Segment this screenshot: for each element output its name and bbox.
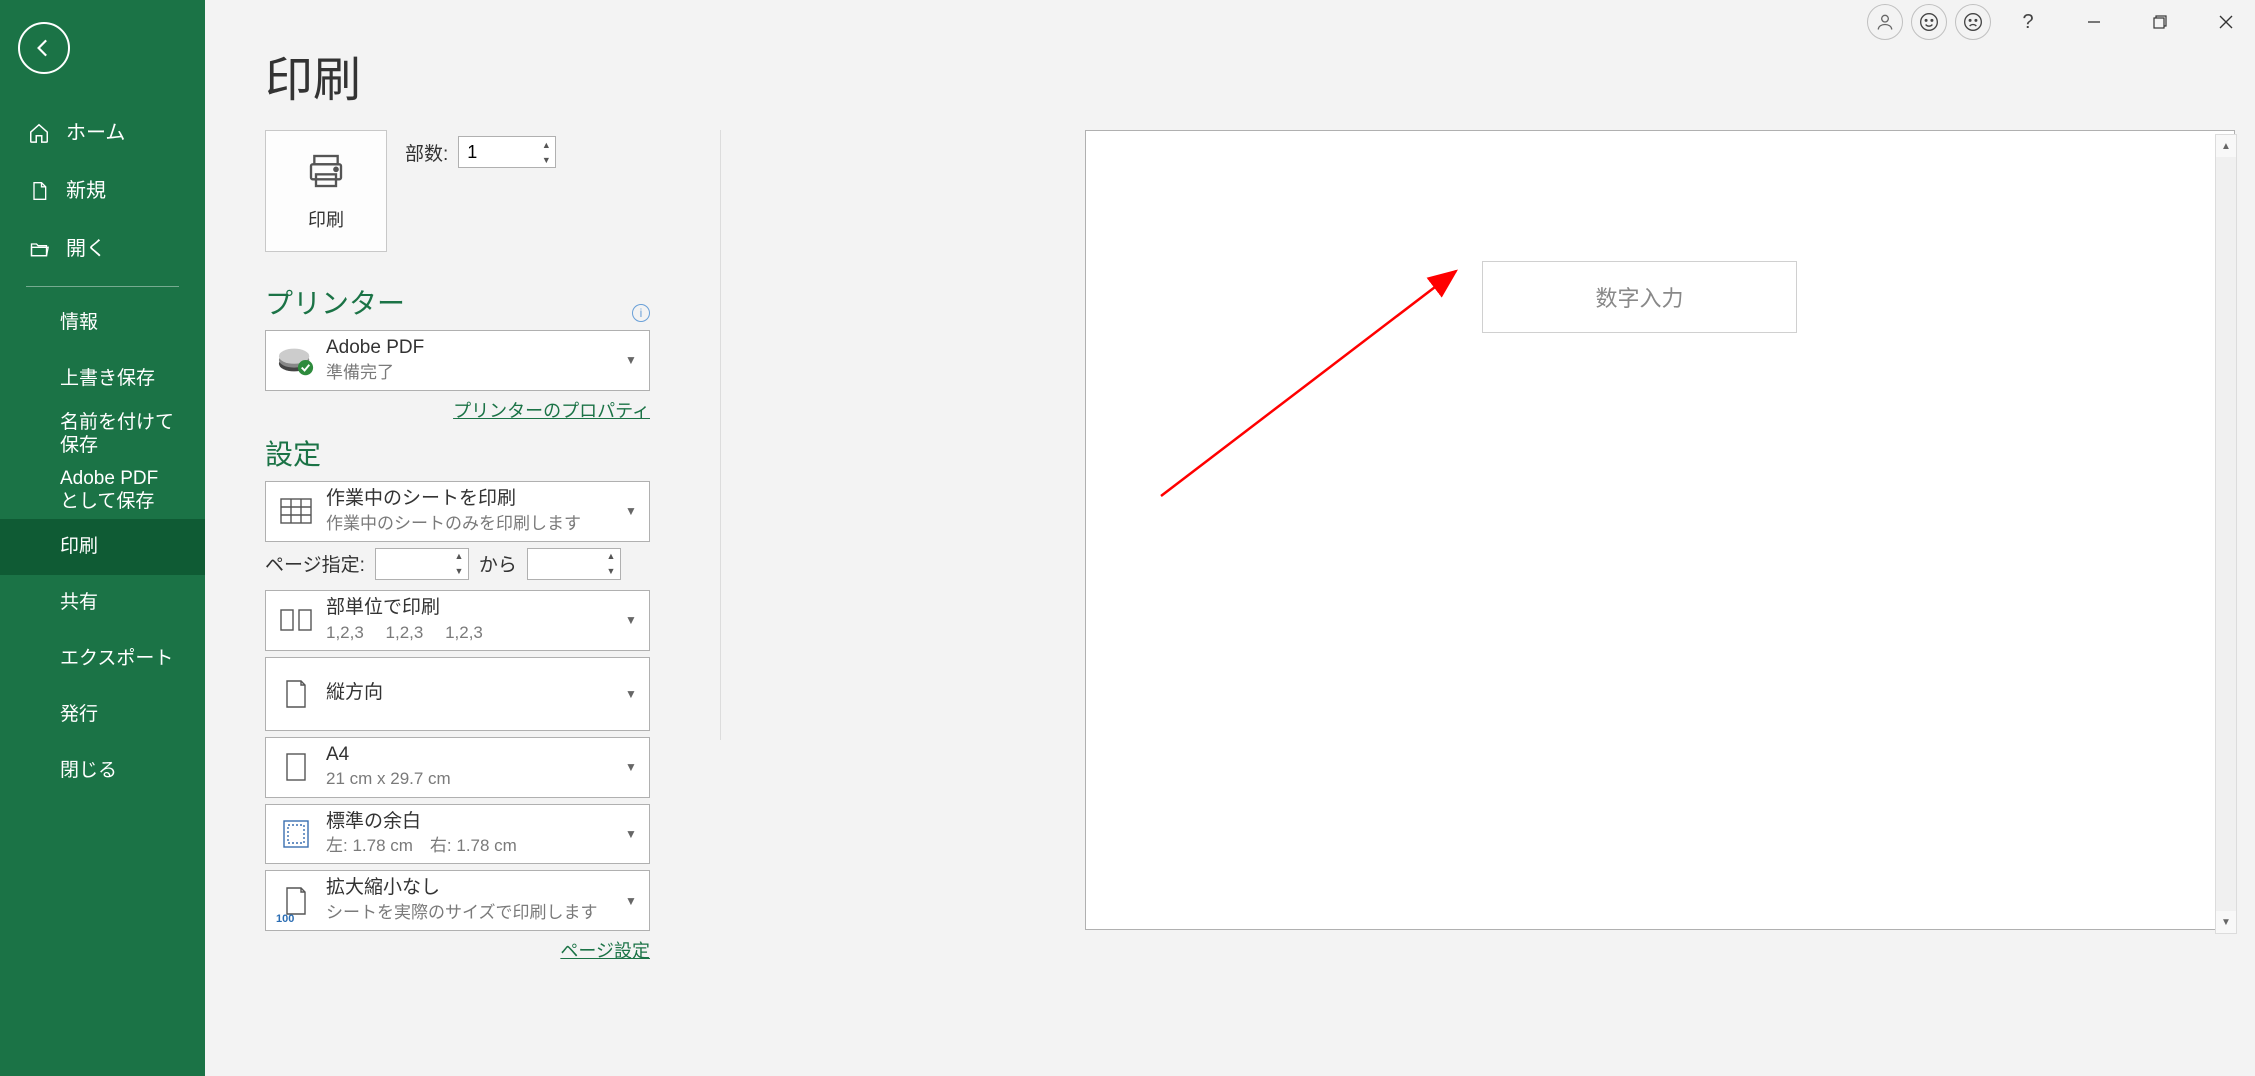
chevron-down-icon: ▼ xyxy=(621,613,641,627)
annotation-arrow xyxy=(1156,261,1486,501)
spin-up[interactable]: ▲ xyxy=(602,549,620,564)
page-to-spinbox[interactable]: ▲▼ xyxy=(527,548,621,580)
happy-face-icon[interactable] xyxy=(1911,4,1947,40)
nav-export[interactable]: エクスポート xyxy=(0,631,205,687)
account-icon[interactable] xyxy=(1867,4,1903,40)
spin-up[interactable]: ▲ xyxy=(537,137,555,152)
chevron-down-icon: ▼ xyxy=(621,827,641,841)
chevron-down-icon: ▼ xyxy=(621,353,641,367)
spin-down[interactable]: ▼ xyxy=(602,564,620,579)
margins-icon xyxy=(274,812,318,856)
chevron-down-icon: ▼ xyxy=(621,504,641,518)
printer-icon xyxy=(304,151,348,196)
collate-dropdown[interactable]: 部単位で印刷 1,2,3 1,2,3 1,2,3 ▼ xyxy=(265,590,650,651)
preview-scrollbar[interactable]: ▲ ▼ xyxy=(2215,134,2237,934)
copies-row: 部数: ▲ ▼ xyxy=(405,136,556,168)
settings-heading: 設定 xyxy=(265,433,321,473)
nav-open[interactable]: 開く xyxy=(0,220,205,278)
copies-input[interactable] xyxy=(459,137,537,167)
page-from-input[interactable] xyxy=(376,549,450,579)
page-title: 印刷 xyxy=(265,40,361,110)
close-button[interactable] xyxy=(2197,0,2255,44)
chevron-down-icon: ▼ xyxy=(621,760,641,774)
chevron-down-icon: ▼ xyxy=(621,687,641,701)
nav-label: 開く xyxy=(66,237,106,261)
page-from-spinbox[interactable]: ▲▼ xyxy=(375,548,469,580)
page-to-input[interactable] xyxy=(528,549,602,579)
collate-icon xyxy=(274,598,318,642)
new-icon xyxy=(26,178,52,204)
back-button[interactable] xyxy=(18,22,70,74)
scaling-icon: 100 xyxy=(274,879,318,923)
nav-new[interactable]: 新規 xyxy=(0,162,205,220)
print-button[interactable]: 印刷 xyxy=(265,130,387,252)
scaling-dropdown[interactable]: 100 拡大縮小なし シートを実際のサイズで印刷します ▼ xyxy=(265,870,650,931)
main-panel: 印刷 印刷 部数: ▲ ▼ プリ xyxy=(205,0,2255,1076)
page-range-row: ページ指定: ▲▼ から ▲▼ xyxy=(265,548,815,580)
print-settings-column: 印刷 部数: ▲ ▼ プリンター i A xyxy=(265,130,815,973)
copies-spinbox[interactable]: ▲ ▼ xyxy=(458,136,556,168)
vertical-divider xyxy=(720,130,721,740)
chevron-down-icon: ▼ xyxy=(621,894,641,908)
paper-size-dropdown[interactable]: A4 21 cm x 29.7 cm ▼ xyxy=(265,737,650,798)
print-what-dropdown[interactable]: 作業中のシートを印刷 作業中のシートのみを印刷します ▼ xyxy=(265,481,650,542)
portrait-icon xyxy=(274,672,318,716)
print-preview-area: 数字入力 xyxy=(855,130,2205,1046)
nav-share[interactable]: 共有 xyxy=(0,575,205,631)
open-icon xyxy=(26,236,52,262)
scroll-track[interactable] xyxy=(2216,157,2236,911)
nav-info[interactable]: 情報 xyxy=(0,295,205,351)
nav-save[interactable]: 上書き保存 xyxy=(0,351,205,407)
nav-publish[interactable]: 発行 xyxy=(0,687,205,743)
print-button-label: 印刷 xyxy=(308,206,344,232)
titlebar: ? xyxy=(1867,0,2255,44)
spin-down[interactable]: ▼ xyxy=(537,152,555,167)
scroll-down[interactable]: ▼ xyxy=(2216,911,2236,933)
scroll-up[interactable]: ▲ xyxy=(2216,135,2236,157)
help-button[interactable]: ? xyxy=(1999,0,2057,44)
restore-button[interactable] xyxy=(2131,0,2189,44)
printer-dropdown[interactable]: Adobe PDF 準備完了 ▼ xyxy=(265,330,650,391)
copies-label: 部数: xyxy=(405,139,448,166)
nav-separator xyxy=(26,286,179,287)
margins-dropdown[interactable]: 標準の余白 左: 1.78 cm 右: 1.78 cm ▼ xyxy=(265,804,650,865)
nav-close[interactable]: 閉じる xyxy=(0,743,205,799)
spin-up[interactable]: ▲ xyxy=(450,549,468,564)
sheet-icon xyxy=(274,489,318,533)
page-range-to-label: から xyxy=(479,550,517,577)
printer-name: Adobe PDF xyxy=(326,337,621,360)
printer-status: 準備完了 xyxy=(326,362,621,384)
page-range-label: ページ指定: xyxy=(265,550,365,577)
printer-properties-link[interactable]: プリンターのプロパティ xyxy=(453,401,650,421)
preview-page: 数字入力 xyxy=(1085,130,2235,930)
nav-saveas[interactable]: 名前を付けて保存 xyxy=(0,407,205,463)
orientation-dropdown[interactable]: 縦方向 ▼ xyxy=(265,657,650,731)
backstage-sidebar: ホーム 新規 開く 情報 上書き保存 名前を付けて保存 Adobe PDF とし… xyxy=(0,0,205,1076)
nav-label: ホーム xyxy=(66,121,125,145)
nav-adobepdf[interactable]: Adobe PDF として保存 xyxy=(0,463,205,519)
minimize-button[interactable] xyxy=(2065,0,2123,44)
page-icon xyxy=(274,745,318,789)
sad-face-icon[interactable] xyxy=(1955,4,1991,40)
nav-label: 新規 xyxy=(66,179,106,203)
preview-cell: 数字入力 xyxy=(1482,261,1797,333)
home-icon xyxy=(26,120,52,146)
info-icon[interactable]: i xyxy=(632,304,650,322)
spin-down[interactable]: ▼ xyxy=(450,564,468,579)
nav-home[interactable]: ホーム xyxy=(0,104,205,162)
printer-status-icon xyxy=(274,338,318,382)
nav-print[interactable]: 印刷 xyxy=(0,519,205,575)
printer-heading: プリンター xyxy=(265,282,405,322)
page-setup-link[interactable]: ページ設定 xyxy=(560,941,650,961)
